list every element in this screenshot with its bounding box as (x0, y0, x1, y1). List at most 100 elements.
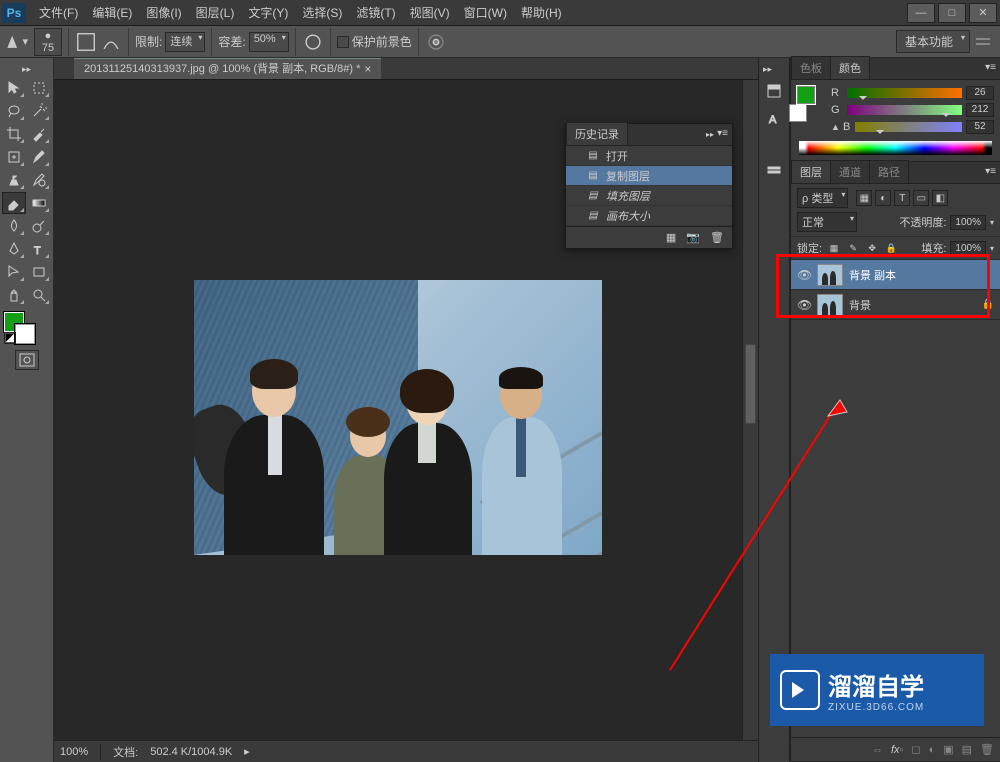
lock-all-icon[interactable]: 🔒 (884, 241, 898, 255)
lock-paint-icon[interactable]: ✎ (846, 241, 860, 255)
lasso-tool[interactable] (2, 100, 26, 122)
menu-type[interactable]: 文字(Y) (241, 0, 295, 26)
pressure-size-icon[interactable] (425, 31, 447, 53)
hand-tool[interactable] (2, 284, 26, 306)
history-panel-menu-icon[interactable]: ▾≡ (717, 128, 728, 139)
menu-image[interactable]: 图像(I) (139, 0, 188, 26)
rectangle-tool[interactable] (27, 261, 51, 283)
eyedropper-tool[interactable] (27, 123, 51, 145)
minimize-button[interactable]: — (907, 3, 935, 23)
link-layers-icon[interactable]: ⇔ (872, 744, 883, 756)
history-item[interactable]: ▤ 画布大小 (566, 206, 732, 226)
filter-smart-icon[interactable]: ◧ (932, 190, 948, 206)
menu-edit[interactable]: 编辑(E) (85, 0, 139, 26)
panel-bg-color[interactable] (789, 104, 807, 122)
paths-tab[interactable]: 路径 (869, 160, 909, 183)
adjustment-layer-icon[interactable]: ◐ (929, 744, 936, 756)
visibility-icon[interactable]: 👁 (797, 268, 811, 282)
color-tab[interactable]: 颜色 (830, 56, 870, 79)
layer-group-icon[interactable]: ▣ (943, 743, 953, 756)
opacity-value[interactable]: 100% (950, 215, 986, 230)
tool-preset-icon[interactable]: ▾ (6, 31, 28, 53)
history-snapshot-icon[interactable]: ▦ (666, 231, 676, 244)
layer-item[interactable]: 👁 背景 副本 (791, 260, 1000, 290)
r-value[interactable]: 26 (966, 86, 994, 100)
zoom-tool[interactable] (27, 284, 51, 306)
healing-brush-tool[interactable] (2, 146, 26, 168)
crop-tool[interactable] (2, 123, 26, 145)
layers-panel-menu-icon[interactable]: ▾≡ (985, 166, 996, 177)
pen-tool[interactable] (2, 238, 26, 260)
layer-mask-icon[interactable]: ◻ (911, 743, 920, 756)
zoom-level[interactable]: 100% (60, 746, 88, 758)
filter-shape-icon[interactable]: ▭ (913, 190, 929, 206)
menu-view[interactable]: 视图(V) (403, 0, 457, 26)
workspace-select[interactable]: 基本功能 (896, 30, 970, 53)
history-delete-icon[interactable]: 🗑 (710, 231, 724, 244)
layer-item[interactable]: 👁 背景 🔒 (791, 290, 1000, 320)
move-tool[interactable] (2, 77, 26, 99)
history-brush-tool[interactable] (27, 169, 51, 191)
fill-value[interactable]: 100% (950, 241, 986, 256)
dodge-tool[interactable] (27, 215, 51, 237)
filter-type-icon[interactable]: T (894, 190, 910, 206)
color-ramp[interactable] (799, 141, 992, 155)
doc-info-arrow-icon[interactable]: ▸ (244, 745, 250, 758)
clone-stamp-tool[interactable] (2, 169, 26, 191)
dock-icon-1[interactable] (762, 79, 786, 103)
lock-position-icon[interactable]: ✥ (865, 241, 879, 255)
menu-help[interactable]: 帮助(H) (514, 0, 569, 26)
brush-preset[interactable]: ●75 (34, 28, 62, 56)
blur-tool[interactable] (2, 215, 26, 237)
close-button[interactable]: ✕ (969, 3, 997, 23)
rect-marquee-tool[interactable] (27, 77, 51, 99)
channels-tab[interactable]: 通道 (830, 160, 870, 183)
delete-layer-icon[interactable]: 🗑 (980, 743, 994, 756)
default-colors-icon[interactable] (4, 332, 16, 344)
layer-name[interactable]: 背景 副本 (849, 267, 896, 283)
maximize-button[interactable]: □ (938, 3, 966, 23)
tab-close-icon[interactable]: × (364, 58, 371, 80)
path-select-tool[interactable] (2, 261, 26, 283)
layer-name[interactable]: 背景 (849, 297, 871, 313)
layer-thumbnail[interactable] (817, 264, 843, 286)
g-value[interactable]: 212 (966, 103, 994, 117)
lock-transparent-icon[interactable]: ▦ (827, 241, 841, 255)
dock-icon-3[interactable] (762, 159, 786, 183)
gradient-tool[interactable] (27, 192, 51, 214)
b-slider[interactable] (855, 122, 962, 132)
tolerance-select[interactable]: 50% (249, 32, 289, 52)
history-collapse-icon[interactable]: ▸▸ (706, 130, 714, 139)
history-item[interactable]: ▤ 复制图层 (566, 166, 732, 186)
menu-filter[interactable]: 滤镜(T) (349, 0, 402, 26)
limit-select[interactable]: 连续 (165, 32, 205, 52)
g-slider[interactable] (847, 105, 962, 115)
brush-panel-icon[interactable] (75, 31, 97, 53)
swatches-tab[interactable]: 色板 (791, 56, 831, 79)
filter-adjust-icon[interactable]: ◐ (875, 190, 891, 206)
brush-settings-icon[interactable] (100, 31, 122, 53)
document-tab[interactable]: 20131125140313937.jpg @ 100% (背景 副本, RGB… (74, 58, 381, 79)
brush-tool[interactable] (27, 146, 51, 168)
vertical-scrollbar[interactable] (742, 80, 758, 740)
b-value[interactable]: 52 (966, 120, 994, 134)
visibility-icon[interactable]: 👁 (797, 298, 811, 312)
layer-filter-kind[interactable]: ρ 类型 (797, 188, 848, 208)
color-panel-menu-icon[interactable]: ▾≡ (985, 62, 996, 73)
magic-wand-tool[interactable] (27, 100, 51, 122)
menu-file[interactable]: 文件(F) (32, 0, 85, 26)
filter-pixel-icon[interactable]: ▦ (856, 190, 872, 206)
expand-dock-icon[interactable]: ▸▸ (763, 64, 772, 75)
type-tool[interactable]: T (27, 238, 51, 260)
new-layer-icon[interactable]: ▤ (962, 743, 972, 756)
r-slider[interactable] (847, 88, 962, 98)
pressure-icon[interactable] (302, 31, 324, 53)
image-canvas[interactable] (194, 280, 602, 555)
eraser-tool[interactable] (2, 192, 26, 214)
history-panel[interactable]: 历史记录 ▸▸ ▾≡ ▤ 打开 ▤ 复制图层 ▤ 填充图层 ▤ 画布大小 ▦ 📷… (565, 123, 733, 249)
history-tab[interactable]: 历史记录 (566, 122, 628, 145)
background-color[interactable] (15, 324, 35, 344)
blend-mode-select[interactable]: 正常 (797, 212, 857, 232)
toolbar-collapse-icon[interactable]: ▸▸ (0, 62, 53, 77)
panel-fg-color[interactable] (797, 86, 815, 104)
